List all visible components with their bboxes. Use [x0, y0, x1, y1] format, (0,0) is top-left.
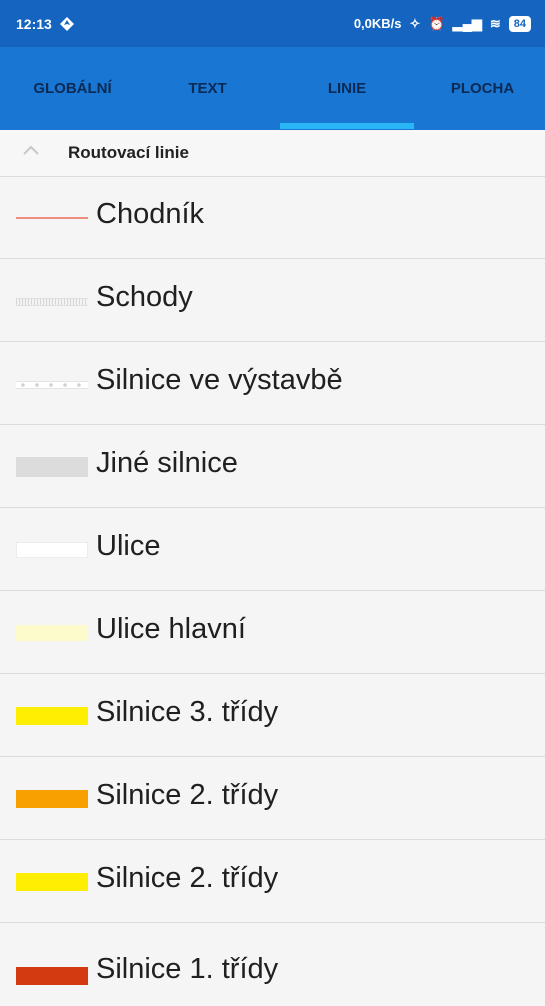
- list-item-silnice-ve-vystavbe[interactable]: Silnice ve výstavbě: [0, 342, 545, 425]
- section-header-routovaci-linie[interactable]: Routovací linie: [0, 130, 545, 177]
- list-item-label: Ulice hlavní: [96, 613, 246, 645]
- battery-icon: 84: [508, 15, 531, 32]
- line-sample-ulice-hlavni: [16, 625, 88, 641]
- list-item-ulice[interactable]: Ulice: [0, 508, 545, 591]
- navigation-icon: [59, 16, 74, 31]
- line-sample-chodnik: [16, 217, 88, 219]
- status-time: 12:13: [16, 15, 52, 32]
- alarm-icon: ⏰: [428, 15, 445, 31]
- line-sample-silnice-ve-vystavbe: [16, 381, 88, 389]
- list-item-jine-silnice[interactable]: Jiné silnice: [0, 425, 545, 508]
- list-item-label: Silnice 3. třídy: [96, 696, 279, 728]
- status-bar: 12:13 0,0KB/s ✧ ⏰ ▂▄▆ ≋ 84: [0, 0, 545, 47]
- line-sample-silnice-1-tridy: [16, 967, 88, 985]
- list-item-ulice-hlavni[interactable]: Ulice hlavní: [0, 591, 545, 674]
- line-sample-schody: [16, 298, 88, 306]
- active-tab-indicator: [280, 123, 414, 129]
- line-sample-jine-silnice: [16, 457, 88, 477]
- wifi-icon: ≋: [489, 15, 501, 31]
- signal-icon: ▂▄▆: [452, 15, 482, 31]
- list-item-silnice-3-tridy[interactable]: Silnice 3. třídy: [0, 674, 545, 757]
- list-item-label: Silnice 2. třídy: [96, 862, 279, 894]
- tab-text[interactable]: TEXT: [145, 47, 270, 130]
- list-item-label: Silnice 1. třídy: [96, 953, 279, 985]
- net-speed: 0,0KB/s: [353, 16, 402, 31]
- tab-plocha[interactable]: PLOCHA: [420, 47, 545, 130]
- chevron-up-icon[interactable]: [22, 144, 40, 156]
- tab-linie[interactable]: LINIE: [280, 47, 414, 130]
- list-item-label: Jiné silnice: [96, 447, 238, 479]
- section-title: Routovací linie: [68, 143, 189, 162]
- list-item-label: Silnice 2. třídy: [96, 779, 279, 811]
- list-item-silnice-1-tridy[interactable]: Silnice 1. třídy: [0, 923, 545, 1006]
- notification-off-icon: ✧: [409, 15, 421, 31]
- list-item-label: Schody: [96, 281, 193, 313]
- line-sample-ulice: [16, 542, 88, 558]
- line-sample-silnice-2-tridy-orange: [16, 790, 88, 808]
- list-item-label: Ulice: [96, 530, 161, 562]
- list-item-label: Silnice ve výstavbě: [96, 364, 343, 396]
- tab-globalni[interactable]: GLOBÁLNÍ: [10, 47, 135, 130]
- list-item-chodnik[interactable]: Chodník: [0, 176, 545, 259]
- list-item-label: Chodník: [96, 198, 205, 230]
- line-sample-silnice-2-tridy-yellow: [16, 873, 88, 891]
- list-item-silnice-2-tridy-orange[interactable]: Silnice 2. třídy: [0, 757, 545, 840]
- tab-bar: GLOBÁLNÍ TEXT LINIE PLOCHA: [0, 47, 545, 130]
- list-item-silnice-2-tridy-yellow[interactable]: Silnice 2. třídy: [0, 840, 545, 923]
- line-sample-silnice-3-tridy: [16, 707, 88, 725]
- list-item-schody[interactable]: Schody: [0, 259, 545, 342]
